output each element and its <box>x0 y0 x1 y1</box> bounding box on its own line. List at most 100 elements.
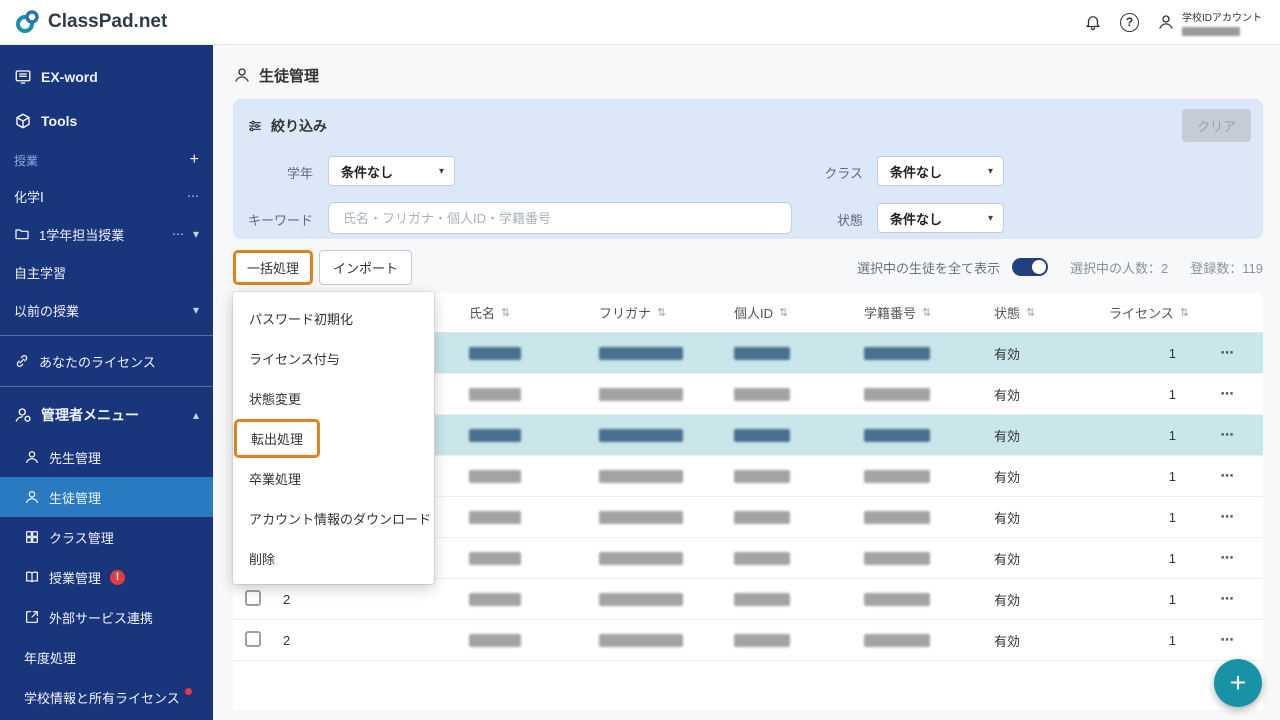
tools-cube-icon <box>16 113 30 129</box>
row-actions-menu[interactable]: ⋯ <box>1192 386 1263 402</box>
menu-item-download-account-info[interactable]: アカウント情報のダウンロード <box>233 498 434 538</box>
column-header-furigana[interactable]: フリガナ ⇅ <box>587 303 722 322</box>
grade-filter-dropdown[interactable]: 条件なし ▾ <box>328 156 455 186</box>
name-redacted <box>469 346 521 360</box>
sidebar-item-external-services[interactable]: 外部サービス連携 <box>0 597 213 637</box>
row-checkbox[interactable] <box>245 630 261 647</box>
status-filter-label: 状態 <box>836 213 863 228</box>
personal-id-redacted <box>734 592 790 606</box>
grade-cell: 2 <box>283 632 291 648</box>
sidebar-divider <box>0 386 213 387</box>
status-filter-dropdown[interactable]: 条件なし ▾ <box>877 203 1004 233</box>
app-logo[interactable]: ClassPad.net <box>14 9 167 35</box>
show-selected-toggle[interactable] <box>1012 258 1049 276</box>
sidebar-item-school-info-licenses[interactable]: 学校情報と所有ライセンス <box>0 677 213 717</box>
sidebar-item-exword[interactable]: EX-word <box>0 55 213 99</box>
sidebar-item-your-license[interactable]: あなたのライセンス <box>0 342 213 380</box>
chevron-down-icon[interactable]: ▾ <box>193 227 199 241</box>
sidebar-item-course-management[interactable]: 授業管理 ! <box>0 557 213 597</box>
row-actions-menu[interactable]: ⋯ <box>1192 591 1263 607</box>
menu-item-change-status[interactable]: 状態変更 <box>233 378 434 418</box>
column-header-name[interactable]: 氏名 ⇅ <box>457 303 587 322</box>
row-actions-menu[interactable]: ⋯ <box>1192 345 1263 361</box>
registered-count: 登録数：119 <box>1190 260 1263 276</box>
sidebar-item-self-study[interactable]: 自主学習 <box>0 253 213 291</box>
more-icon[interactable]: ⋯ <box>172 227 184 241</box>
sort-icon: ⇅ <box>779 307 789 319</box>
clear-filter-button[interactable]: クリア <box>1181 109 1251 142</box>
sort-icon: ⇅ <box>1026 307 1036 319</box>
sidebar-section-classes: 授業 + <box>14 151 199 169</box>
more-icon[interactable]: ⋯ <box>187 189 199 203</box>
personal-id-redacted <box>734 387 790 401</box>
sort-icon: ⇅ <box>1179 307 1189 319</box>
student-number-redacted <box>864 592 930 606</box>
menu-item-password-reset[interactable]: パスワード初期化 <box>233 298 434 338</box>
table-toolbar: 一括処理 インポート 選択中の生徒を全て表示 選択中の人数：2 登録数：119 <box>233 249 1263 285</box>
grade-filter-label: 学年 <box>286 166 313 181</box>
menu-item-delete[interactable]: 削除 <box>233 538 434 578</box>
column-header-student-number[interactable]: 学籍番号 ⇅ <box>852 303 982 322</box>
table-row[interactable]: 2 有効 1 ⋯ <box>233 620 1263 661</box>
sidebar-item-chemistry1[interactable]: 化学Ⅰ ⋯ <box>0 177 213 215</box>
furigana-redacted <box>599 551 683 565</box>
sort-icon: ⇅ <box>657 307 667 319</box>
menu-item-transfer-out[interactable]: 転出処理 <box>233 418 434 458</box>
row-actions-menu[interactable]: ⋯ <box>1192 509 1263 525</box>
chevron-up-icon[interactable]: ▴ <box>193 408 199 422</box>
sidebar-item-teacher-management[interactable]: 先生管理 <box>0 437 213 477</box>
keyword-search-input[interactable] <box>328 202 792 234</box>
table-row[interactable]: 2 有効 1 ⋯ <box>233 579 1263 620</box>
menu-item-grant-license[interactable]: ライセンス付与 <box>233 338 434 378</box>
license-cell: 1 <box>1168 550 1176 566</box>
add-student-fab[interactable]: + <box>1214 659 1262 707</box>
row-actions-menu[interactable]: ⋯ <box>1192 427 1263 443</box>
license-cell: 1 <box>1168 427 1176 443</box>
personal-id-redacted <box>734 551 790 565</box>
account-name-redacted <box>1182 26 1240 36</box>
sidebar-item-tools[interactable]: Tools <box>0 99 213 143</box>
notifications-bell-icon[interactable] <box>1084 13 1102 31</box>
name-redacted <box>469 510 521 524</box>
personal-id-redacted <box>734 346 790 360</box>
license-cell: 1 <box>1168 509 1176 525</box>
personal-id-redacted <box>734 469 790 483</box>
column-header-personal-id[interactable]: 個人ID ⇅ <box>722 303 852 322</box>
sidebar: EX-word Tools 授業 + 化学Ⅰ ⋯ 1学年担当授業 ⋯ ▾ 自主学… <box>0 45 213 720</box>
menu-item-graduation[interactable]: 卒業処理 <box>233 458 434 498</box>
sidebar-item-student-management[interactable]: 生徒管理 <box>0 477 213 517</box>
license-cell: 1 <box>1168 386 1176 402</box>
add-class-icon[interactable]: + <box>190 151 199 169</box>
filter-title: 絞り込み <box>271 117 327 134</box>
bulk-actions-menu: パスワード初期化 ライセンス付与 状態変更 転出処理 卒業処理 アカウント情報の… <box>233 292 434 584</box>
status-cell: 有効 <box>994 346 1021 362</box>
chevron-down-icon[interactable]: ▾ <box>193 303 199 317</box>
import-button[interactable]: インポート <box>319 249 413 285</box>
column-header-status[interactable]: 状態 ⇅ <box>982 303 1097 322</box>
class-filter-dropdown[interactable]: 条件なし ▾ <box>877 156 1004 186</box>
license-cell: 1 <box>1168 468 1176 484</box>
row-checkbox[interactable] <box>245 589 261 606</box>
sidebar-item-previous-classes[interactable]: 以前の授業 ▾ <box>0 291 213 329</box>
caret-down-icon: ▾ <box>987 165 993 177</box>
account-person-icon <box>1157 13 1175 31</box>
row-actions-menu[interactable]: ⋯ <box>1192 632 1263 648</box>
sidebar-item-class-management[interactable]: クラス管理 <box>0 517 213 557</box>
furigana-redacted <box>599 346 683 360</box>
row-actions-menu[interactable]: ⋯ <box>1192 550 1263 566</box>
furigana-redacted <box>599 387 683 401</box>
bulk-actions-button[interactable]: 一括処理 <box>233 249 314 285</box>
sidebar-item-year-processing[interactable]: 年度処理 <box>0 637 213 677</box>
personal-id-redacted <box>734 510 790 524</box>
account-menu[interactable]: 学校IDアカウント <box>1157 9 1262 36</box>
sidebar-divider <box>0 335 213 336</box>
alert-badge: ! <box>110 569 126 585</box>
student-number-redacted <box>864 387 930 401</box>
name-redacted <box>469 469 521 483</box>
row-actions-menu[interactable]: ⋯ <box>1192 468 1263 484</box>
help-icon[interactable]: ? <box>1120 12 1139 32</box>
column-header-license[interactable]: ライセンス ⇅ <box>1097 303 1192 322</box>
sidebar-item-admin-menu[interactable]: 管理者メニュー ▴ <box>0 393 213 437</box>
sidebar-item-grade1-classes[interactable]: 1学年担当授業 ⋯ ▾ <box>0 215 213 253</box>
grade-cell: 2 <box>283 591 291 607</box>
